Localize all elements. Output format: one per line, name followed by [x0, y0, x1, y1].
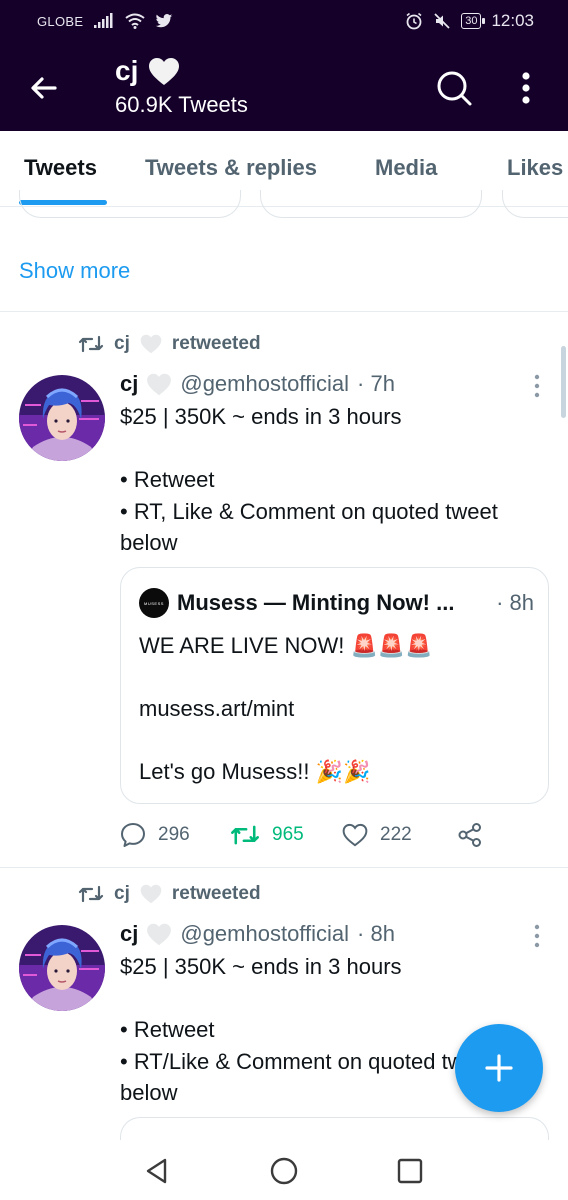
tweet-header: cj @gemhostofficial · 7h — [120, 371, 395, 397]
quote-line — [139, 662, 534, 694]
avatar[interactable] — [19, 925, 105, 1011]
heart-icon — [140, 884, 162, 904]
heart-icon — [147, 373, 172, 395]
retweeted-label: retweeted — [171, 333, 261, 354]
heart-icon — [140, 334, 162, 354]
quote-text: WE ARE LIVE NOW! 🚨🚨🚨 musess.art/mint Let… — [139, 630, 534, 788]
quote-line — [139, 725, 534, 757]
tab-likes[interactable]: Likes — [507, 155, 563, 181]
status-time: 12:03 — [491, 11, 534, 30]
tweet-line: $25 | 350K ~ ends in 3 hours — [120, 954, 402, 979]
retweet-icon — [78, 885, 104, 903]
tweet-line: • RT, Like & Comment on quoted tweet bel… — [120, 498, 498, 556]
retweeter-name[interactable]: cj — [114, 333, 130, 355]
retweet-context: cj retweeted — [78, 883, 261, 905]
quote-line: WE ARE LIVE NOW! 🚨🚨🚨 — [139, 633, 433, 658]
divider — [0, 311, 568, 312]
heart-icon — [342, 823, 368, 847]
more-vertical-icon[interactable] — [530, 373, 544, 399]
nav-recents-icon[interactable] — [393, 1154, 427, 1188]
suggested-card[interactable] — [502, 190, 568, 218]
divider — [0, 867, 568, 868]
profile-title: cj — [115, 55, 180, 87]
tab-tweets[interactable]: Tweets — [24, 155, 97, 181]
alarm-icon — [406, 12, 422, 30]
quote-avatar: MUSESS — [139, 588, 169, 618]
retweet-button[interactable]: 965 — [230, 823, 342, 847]
more-vertical-icon[interactable] — [530, 923, 544, 949]
author-name[interactable]: cj — [120, 371, 138, 397]
tweet-count: 60.9K Tweets — [115, 92, 248, 117]
status-bar: GLOBE 30 12:03 — [0, 0, 568, 44]
quote-header: MUSESS Musess — Minting Now! ... — [139, 588, 454, 618]
retweet-icon — [78, 335, 104, 353]
author-name[interactable]: cj — [120, 921, 138, 947]
nav-home-icon[interactable] — [267, 1154, 301, 1188]
twitter-bird-icon — [155, 13, 173, 27]
carrier-label: GLOBE — [37, 13, 84, 29]
tweet-line: • Retweet — [120, 467, 215, 492]
tweet-time: · 7h — [357, 371, 395, 396]
plus-icon — [485, 1054, 513, 1082]
nav-back-icon[interactable] — [140, 1154, 174, 1188]
compose-tweet-button[interactable] — [455, 1024, 543, 1112]
tweet-line: $25 | 350K ~ ends in 3 hours — [120, 404, 402, 429]
arrow-left-icon[interactable] — [24, 68, 64, 108]
battery-indicator: 30 — [461, 13, 486, 29]
system-navigation-bar — [0, 1140, 568, 1200]
reply-button[interactable]: 296 — [120, 822, 230, 848]
quote-logo-text: MUSESS — [144, 600, 164, 606]
tweet-actions: 296 965 222 — [120, 822, 483, 848]
signal-icon — [94, 13, 113, 28]
reply-count: 296 — [158, 824, 190, 845]
quote-line: Let's go Musess!! 🎉🎉 — [139, 759, 371, 784]
retweeter-name[interactable]: cj — [114, 883, 130, 905]
quote-author-name: Musess — Minting Now! ... — [177, 590, 455, 615]
heart-icon — [149, 57, 180, 85]
mute-icon — [434, 13, 450, 29]
profile-name: cj — [115, 55, 139, 86]
tweet-line — [120, 433, 550, 465]
scrollbar[interactable] — [561, 346, 566, 418]
tweet-header: cj @gemhostofficial · 8h — [120, 921, 395, 947]
tweet-time: · 8h — [357, 921, 395, 946]
show-more-link[interactable]: Show more — [19, 258, 130, 284]
quote-time: · 8h — [496, 590, 534, 615]
suggested-card[interactable] — [260, 190, 482, 218]
tweet-text: $25 | 350K ~ ends in 3 hours • Retweet •… — [120, 401, 550, 559]
quote-line: musess.art/mint — [139, 696, 295, 721]
heart-icon — [147, 923, 172, 945]
more-vertical-icon[interactable] — [514, 68, 538, 108]
search-icon[interactable] — [434, 68, 474, 108]
tab-media[interactable]: Media — [375, 155, 437, 181]
like-button[interactable]: 222 — [342, 823, 457, 847]
avatar[interactable] — [19, 375, 105, 461]
quoted-tweet[interactable]: MUSESS Musess — Minting Now! ... · 8h WE… — [120, 567, 549, 804]
wifi-icon — [125, 13, 145, 29]
retweet-context: cj retweeted — [78, 333, 261, 355]
tab-tweets-replies[interactable]: Tweets & replies — [145, 155, 317, 181]
share-icon — [458, 823, 481, 847]
author-handle[interactable]: @gemhostofficial — [180, 371, 349, 397]
like-count: 222 — [380, 824, 412, 845]
retweet-icon — [231, 825, 259, 845]
retweet-count: 965 — [272, 824, 304, 845]
reply-icon — [121, 823, 145, 847]
tweet-line — [120, 983, 550, 1015]
author-handle[interactable]: @gemhostofficial — [180, 921, 349, 947]
app-header: GLOBE 30 12:03 cj 60.9K Tweets — [0, 0, 568, 131]
retweeted-label: retweeted — [171, 883, 261, 904]
share-button[interactable] — [457, 822, 483, 848]
suggested-card[interactable] — [19, 190, 241, 218]
